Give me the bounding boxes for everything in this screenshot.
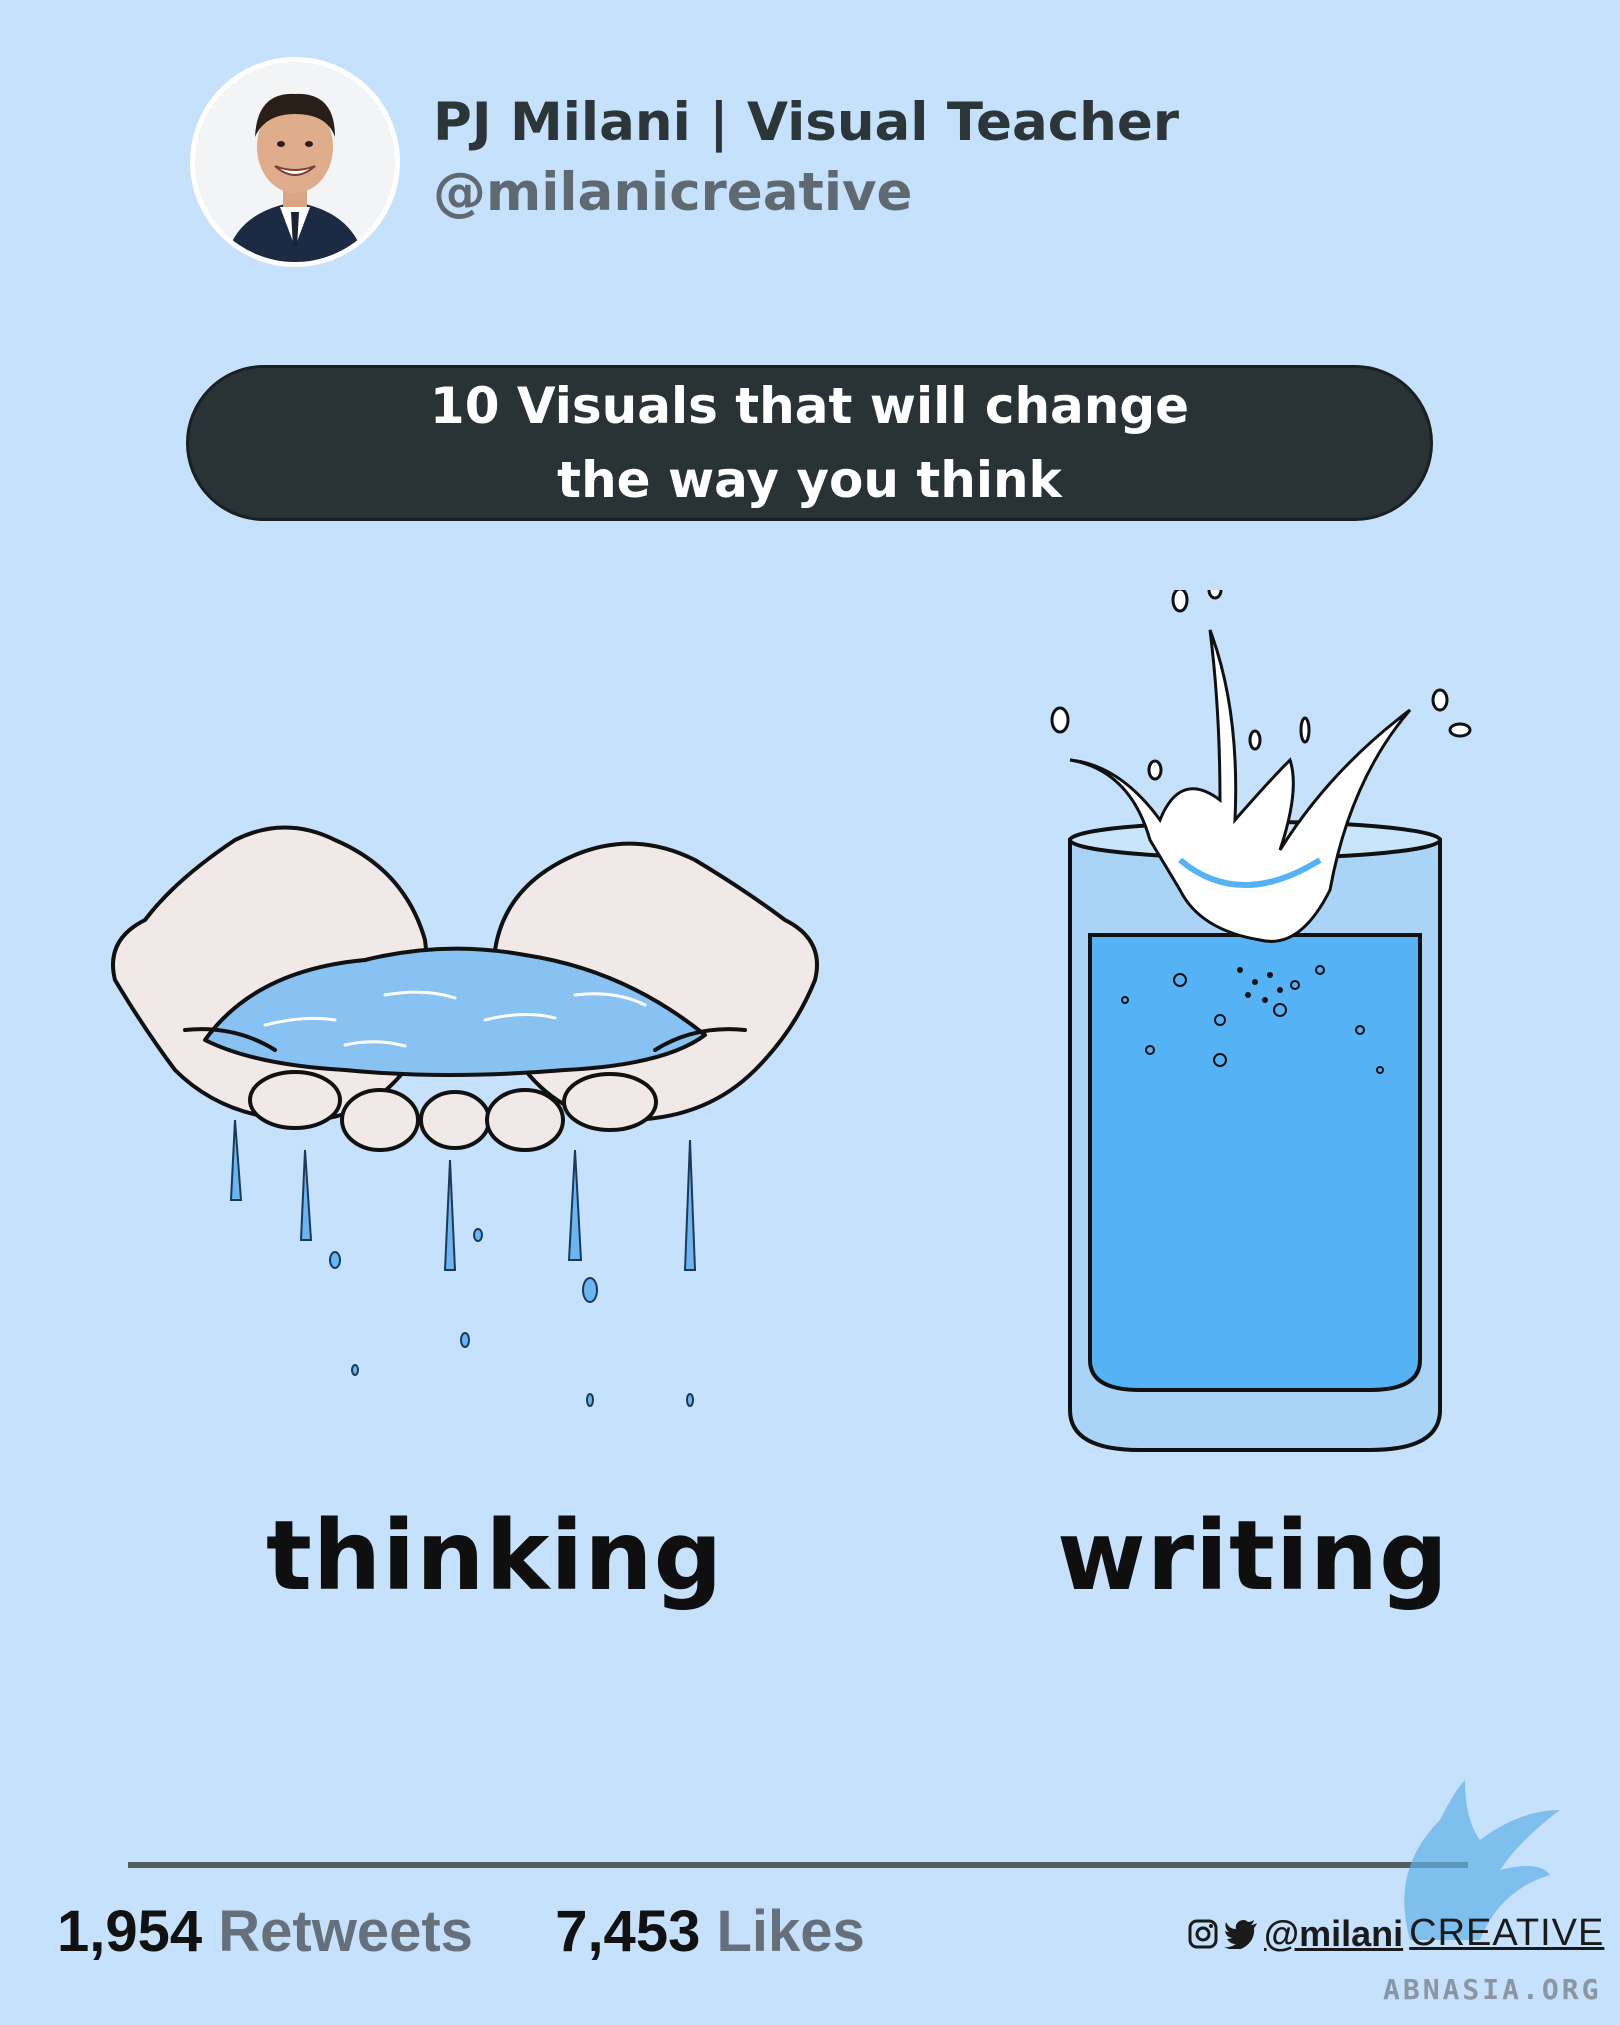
watermark-text: ABNASIA.ORG (1383, 1973, 1602, 2006)
cupped-hands-illustration (111, 825, 819, 1407)
likes-label: Likes (716, 1899, 865, 1964)
retweets-stat[interactable]: 1,954 Retweets (57, 1899, 489, 1964)
social-brand: CREATIVE (1409, 1912, 1605, 1954)
title-line-1: 10 Visuals that will change (429, 377, 1190, 435)
author-avatar[interactable] (190, 57, 400, 267)
author-name[interactable]: PJ Milani | Visual Teacher (433, 92, 1179, 153)
caption-writing: writing (1057, 1500, 1449, 1612)
title-banner: 10 Visuals that will change the way you … (186, 365, 1433, 521)
retweets-count: 1,954 (57, 1899, 203, 1964)
engagement-stats: 1,954 Retweets 7,453 Likes (57, 1898, 865, 1965)
likes-stat[interactable]: 7,453 Likes (555, 1899, 865, 1964)
footer-divider (128, 1862, 1468, 1868)
social-credit[interactable]: @milani CREATIVE (1188, 1912, 1604, 1955)
author-handle[interactable]: @milanicreative (433, 162, 912, 223)
caption-thinking: thinking (266, 1500, 724, 1612)
retweets-label: Retweets (218, 1899, 473, 1964)
likes-count: 7,453 (555, 1899, 701, 1964)
avatar-photo (195, 62, 395, 262)
instagram-icon[interactable] (1188, 1919, 1218, 1949)
water-glass-illustration (1050, 590, 1472, 1452)
social-handle[interactable]: @milani (1264, 1913, 1403, 1955)
title-line-2: the way you think (557, 451, 1062, 509)
twitter-icon[interactable] (1224, 1919, 1258, 1949)
